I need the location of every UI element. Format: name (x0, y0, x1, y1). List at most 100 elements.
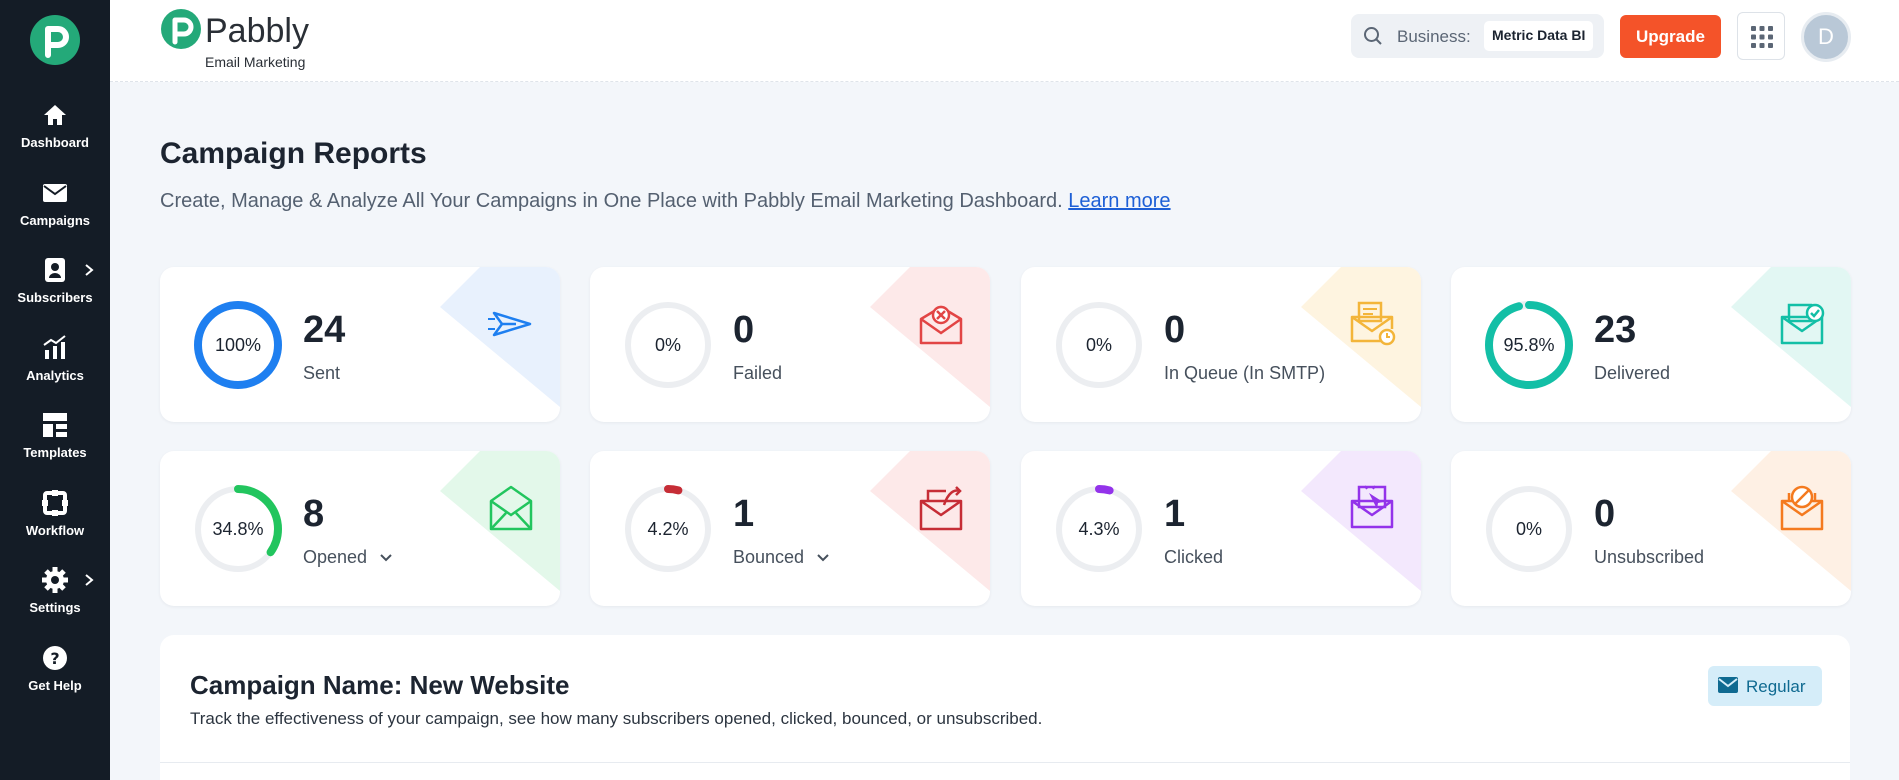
learn-more-link[interactable]: Learn more (1068, 190, 1170, 212)
template-icon (43, 413, 67, 437)
sidebar-item-label: Subscribers (17, 290, 93, 305)
analytics-icon (43, 335, 66, 359)
stat-label[interactable]: Opened (303, 547, 393, 568)
percent-label: 4.3% (1078, 519, 1120, 539)
percent-label: 0% (654, 335, 681, 355)
page-description: Create, Manage & Analyze All Your Campai… (160, 190, 1171, 213)
campaign-panel: Campaign Name: New Website Track the eff… (160, 635, 1850, 780)
campaign-type-label: Regular (1746, 677, 1806, 696)
sidebar-item-get-help[interactable]: ? Get Help (0, 643, 110, 713)
sidebar-item-workflow[interactable]: Workflow (0, 488, 110, 558)
search-icon (1364, 27, 1382, 45)
stat-label: Clicked (1164, 547, 1223, 568)
sidebar-item-label: Settings (29, 600, 81, 615)
envelope-icon (43, 184, 67, 202)
stat-label-text: Unsubscribed (1594, 547, 1705, 567)
opened-envelope-icon (489, 485, 533, 531)
stat-card-opened[interactable]: 34.8% 8 Opened (160, 451, 560, 606)
stat-value: 1 (733, 493, 755, 535)
sidebar-item-label: Get Help (28, 678, 82, 693)
home-icon (44, 105, 66, 125)
stat-label: Sent (303, 363, 340, 384)
upgrade-button[interactable]: Upgrade (1620, 15, 1721, 58)
sidebar-item-campaigns[interactable]: Campaigns (0, 178, 110, 248)
brand-logo[interactable]: Pabbly Email Marketing (160, 8, 330, 70)
apps-grid-icon (1751, 26, 1773, 48)
stat-label-text: Failed (733, 363, 783, 383)
stat-label[interactable]: Bounced (733, 547, 830, 568)
percent-label: 0% (1515, 519, 1542, 539)
failed-envelope-icon (919, 305, 963, 345)
stat-card-unsubscribed[interactable]: 0% 0 Unsubscribed (1451, 451, 1851, 606)
stat-value: 1 (1164, 493, 1186, 535)
sidebar-item-label: Analytics (26, 368, 84, 383)
unsubscribed-envelope-icon (1780, 485, 1824, 531)
stat-value: 0 (733, 309, 755, 351)
stat-value: 0 (1164, 309, 1186, 351)
top-bar: Pabbly Email Marketing Business: Metric … (110, 0, 1899, 82)
sidebar-item-settings[interactable]: Settings (0, 565, 110, 635)
business-label: Business: (1397, 27, 1471, 46)
stat-label-text: Clicked (1164, 547, 1224, 567)
chevron-down-icon[interactable] (816, 553, 830, 563)
page-description-text: Create, Manage & Analyze All Your Campai… (160, 190, 1063, 212)
chevron-right-icon (85, 574, 94, 586)
pabbly-logo-icon[interactable] (30, 15, 80, 65)
stat-label-text: Bounced (733, 547, 805, 567)
percent-label: 0% (1085, 335, 1112, 355)
apps-grid-button[interactable] (1737, 12, 1785, 60)
stat-value: 24 (303, 309, 346, 351)
stat-card-clicked[interactable]: 4.3% 1 Clicked (1021, 451, 1421, 606)
sidebar-item-templates[interactable]: Templates (0, 410, 110, 480)
percent-label: 100% (214, 335, 262, 355)
campaign-type-badge[interactable]: Regular (1708, 666, 1822, 706)
stat-label: Unsubscribed (1594, 547, 1704, 568)
sidebar-item-label: Dashboard (21, 135, 89, 150)
stat-label: In Queue (In SMTP) (1164, 363, 1325, 384)
percent-label: 4.2% (647, 519, 689, 539)
sidebar-item-dashboard[interactable]: Dashboard (0, 100, 110, 170)
queued-envelope-icon (1350, 301, 1396, 346)
sidebar: Dashboard Campaigns Subscribers Analytic… (0, 0, 110, 780)
stat-label-text: Opened (303, 547, 368, 567)
stat-card-sent[interactable]: 100% 24 Sent (160, 267, 560, 422)
business-selector[interactable]: Business: Metric Data BI (1351, 14, 1604, 58)
stat-card-in-queue[interactable]: 0% 0 In Queue (In SMTP) (1021, 267, 1421, 422)
svg-text:?: ? (50, 649, 59, 668)
stat-label-text: Sent (303, 363, 341, 383)
business-value[interactable]: Metric Data BI (1484, 21, 1594, 51)
stat-card-bounced[interactable]: 4.2% 1 Bounced (590, 451, 990, 606)
stat-label-text: In Queue (In SMTP) (1164, 363, 1326, 383)
chevron-right-icon (85, 264, 94, 276)
pabbly-logo-icon (161, 9, 201, 49)
percent-label: 34.8% (212, 519, 264, 539)
send-icon (488, 311, 532, 337)
contact-card-icon (45, 258, 65, 282)
clicked-envelope-icon (1350, 485, 1394, 529)
stat-label: Failed (733, 363, 782, 384)
percent-label: 95.8% (1503, 335, 1555, 355)
stat-card-failed[interactable]: 0% 0 Failed (590, 267, 990, 422)
stat-value: 23 (1594, 309, 1637, 351)
sidebar-item-subscribers[interactable]: Subscribers (0, 255, 110, 325)
delivered-envelope-icon (1780, 303, 1825, 345)
avatar[interactable]: D (1801, 12, 1851, 62)
workflow-icon (42, 490, 68, 516)
stat-label-text: Delivered (1594, 363, 1671, 383)
stat-label: Delivered (1594, 363, 1670, 384)
sidebar-item-analytics[interactable]: Analytics (0, 333, 110, 403)
gear-icon (42, 567, 68, 593)
brand-subtitle: Email Marketing (205, 54, 306, 70)
help-icon: ? (43, 646, 67, 670)
stat-card-delivered[interactable]: 95.8% 23 Delivered (1451, 267, 1851, 422)
stat-value: 0 (1594, 493, 1616, 535)
sidebar-item-label: Campaigns (19, 213, 91, 228)
envelope-icon (1718, 677, 1738, 693)
chevron-down-icon[interactable] (379, 553, 393, 563)
bounced-envelope-icon (919, 486, 963, 531)
divider (160, 762, 1850, 763)
sidebar-item-label: Templates (23, 445, 87, 460)
campaign-description: Track the effectiveness of your campaign… (190, 709, 1043, 728)
sidebar-item-label: Workflow (25, 523, 85, 538)
campaign-title: Campaign Name: New Website (190, 670, 570, 700)
